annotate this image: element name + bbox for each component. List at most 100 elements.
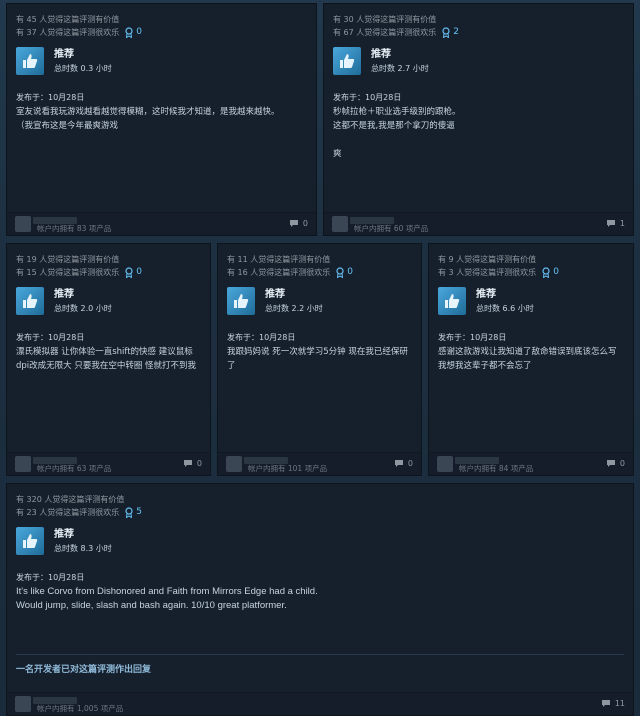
award-icon — [125, 27, 133, 38]
recommend-label: 推荐 — [54, 288, 74, 300]
posted-date: 发布于：10月28日 — [438, 333, 507, 342]
comments-button[interactable]: 1 — [606, 219, 625, 228]
helpful-line: 有 30 人觉得这篇评测有价值 — [333, 15, 437, 24]
thumbs-up-icon — [16, 47, 44, 75]
helpful-line: 有 9 人觉得这篇评测有价值 — [438, 255, 537, 264]
helpful-votes: 有 45 人觉得这篇评测有价值 有 37 人觉得这篇评测很欢乐 0 — [16, 13, 142, 39]
recommendation[interactable]: 推荐 总时数 0.3 小时 — [16, 46, 112, 76]
review-text: It's like Corvo from Dishonored and Fait… — [16, 586, 318, 611]
posted-date: 发布于：10月28日 — [16, 93, 85, 102]
avatar[interactable] — [15, 696, 31, 712]
funny-line: 有 15 人觉得这篇评测很欢乐 — [16, 268, 120, 277]
hours-played: 总时数 8.3 小时 — [54, 543, 112, 553]
hours-played: 总时数 2.2 小时 — [265, 303, 323, 313]
comment-icon — [289, 220, 298, 227]
funny-line: 有 67 人觉得这篇评测很欢乐 — [333, 28, 437, 37]
avatar[interactable] — [332, 216, 348, 232]
posted-date: 发布于：10月28日 — [16, 333, 85, 342]
posted-date: 发布于：10月28日 — [227, 333, 296, 342]
comment-icon — [606, 460, 615, 467]
comments-button[interactable]: 0 — [289, 219, 308, 228]
avatar[interactable] — [437, 456, 453, 472]
avatar[interactable] — [15, 456, 31, 472]
helpful-votes: 有 19 人觉得这篇评测有价值 有 15 人觉得这篇评测很欢乐 0 — [16, 253, 142, 279]
award-count: 5 — [136, 507, 142, 517]
comment-icon — [183, 460, 192, 467]
review-text: 室友说看我玩游戏越看越觉得模糊，这时候我才知道，是我越来越快。 （我宣布这是今年… — [16, 107, 280, 131]
comment-count: 0 — [302, 219, 308, 228]
avatar[interactable] — [226, 456, 242, 472]
review-text: 我跟妈妈说 死一次就学习5分钟 现在我已经保研了 — [227, 347, 408, 371]
thumbs-up-icon — [16, 527, 44, 555]
hours-played: 总时数 0.3 小时 — [54, 63, 112, 73]
hours-played: 总时数 2.0 小时 — [54, 303, 112, 313]
review-text: 感谢这款游戏让我知道了敌命错误到底该怎么写 我想我这辈子都不会忘了 — [438, 347, 620, 371]
review-card: 有 19 人觉得这篇评测有价值 有 15 人觉得这篇评测很欢乐 0 推荐 总时数… — [6, 243, 211, 476]
recommendation[interactable]: 推荐 总时数 2.2 小时 — [227, 286, 323, 316]
funny-line: 有 16 人觉得这篇评测很欢乐 — [227, 268, 331, 277]
review-footer: 帐户内拥有 83 项产品 0 — [7, 212, 316, 235]
funny-line: 有 37 人觉得这篇评测很欢乐 — [16, 28, 120, 37]
award-badge[interactable]: 0 — [336, 266, 353, 279]
comment-count: 11 — [614, 699, 625, 708]
comment-count: 1 — [619, 219, 625, 228]
comment-icon — [394, 460, 403, 467]
comments-button[interactable]: 0 — [183, 459, 202, 468]
review-card: 有 11 人觉得这篇评测有价值 有 16 人觉得这篇评测很欢乐 0 推荐 总时数… — [217, 243, 422, 476]
comments-button[interactable]: 0 — [394, 459, 413, 468]
award-count: 0 — [347, 267, 353, 277]
posted-date: 发布于：10月28日 — [16, 573, 85, 582]
product-count: 帐户内拥有 60 项产品 — [354, 224, 429, 233]
award-icon — [125, 267, 133, 278]
helpful-votes: 有 9 人觉得这篇评测有价值 有 3 人觉得这篇评测很欢乐 0 — [438, 253, 559, 279]
recommendation[interactable]: 推荐 总时数 2.0 小时 — [16, 286, 112, 316]
product-count: 帐户内拥有 83 项产品 — [37, 224, 112, 233]
review-footer: 帐户内拥有 101 项产品 0 — [218, 452, 421, 475]
developer-response-link[interactable]: 一名开发者已对这篇评测作出回复 — [16, 662, 151, 675]
hours-played: 总时数 2.7 小时 — [371, 63, 429, 73]
review-card: 有 9 人觉得这篇评测有价值 有 3 人觉得这篇评测很欢乐 0 推荐 总时数 6… — [428, 243, 634, 476]
recommend-label: 推荐 — [476, 288, 496, 300]
review-card: 有 30 人觉得这篇评测有价值 有 67 人觉得这篇评测很欢乐 2 推荐 总时数… — [323, 3, 634, 236]
award-badge[interactable]: 5 — [125, 506, 142, 519]
award-badge[interactable]: 2 — [442, 26, 459, 39]
helpful-line: 有 11 人觉得这篇评测有价值 — [227, 255, 331, 264]
review-text: 漂氏模拟器 让你体验一直shift的快感 建议鼠标dpi改成无限大 只要我在空中… — [16, 347, 197, 371]
comment-icon — [601, 700, 610, 707]
recommendation[interactable]: 推荐 总时数 8.3 小时 — [16, 526, 112, 556]
award-count: 0 — [136, 267, 142, 277]
thumbs-up-icon — [227, 287, 255, 315]
comment-count: 0 — [196, 459, 202, 468]
recommend-label: 推荐 — [371, 48, 391, 60]
comments-button[interactable]: 11 — [601, 699, 625, 708]
comment-count: 0 — [619, 459, 625, 468]
award-badge[interactable]: 0 — [542, 266, 559, 279]
helpful-votes: 有 11 人觉得这篇评测有价值 有 16 人觉得这篇评测很欢乐 0 — [227, 253, 353, 279]
developer-response-divider — [16, 654, 624, 655]
helpful-votes: 有 320 人觉得这篇评测有价值 有 23 人觉得这篇评测很欢乐 5 — [16, 493, 142, 519]
recommend-label: 推荐 — [54, 48, 74, 60]
award-badge[interactable]: 0 — [125, 266, 142, 279]
award-icon — [336, 267, 344, 278]
recommendation[interactable]: 推荐 总时数 6.6 小时 — [438, 286, 534, 316]
award-icon — [542, 267, 550, 278]
thumbs-up-icon — [438, 287, 466, 315]
award-badge[interactable]: 0 — [125, 26, 142, 39]
helpful-line: 有 45 人觉得这篇评测有价值 — [16, 15, 120, 24]
product-count: 帐户内拥有 1,005 项产品 — [37, 704, 124, 713]
posted-date: 发布于：10月28日 — [333, 93, 402, 102]
comment-count: 0 — [407, 459, 413, 468]
comment-icon — [606, 220, 615, 227]
review-card: 有 45 人觉得这篇评测有价值 有 37 人觉得这篇评测很欢乐 0 推荐 总时数… — [6, 3, 317, 236]
comments-button[interactable]: 0 — [606, 459, 625, 468]
review-footer: 帐户内拥有 60 项产品 1 — [324, 212, 633, 235]
thumbs-up-icon — [333, 47, 361, 75]
helpful-votes: 有 30 人觉得这篇评测有价值 有 67 人觉得这篇评测很欢乐 2 — [333, 13, 459, 39]
recommend-label: 推荐 — [54, 528, 74, 540]
recommendation[interactable]: 推荐 总时数 2.7 小时 — [333, 46, 429, 76]
avatar[interactable] — [15, 216, 31, 232]
award-count: 0 — [136, 27, 142, 37]
funny-line: 有 23 人觉得这篇评测很欢乐 — [16, 508, 120, 517]
review-footer: 帐户内拥有 84 项产品 0 — [429, 452, 633, 475]
award-count: 0 — [553, 267, 559, 277]
